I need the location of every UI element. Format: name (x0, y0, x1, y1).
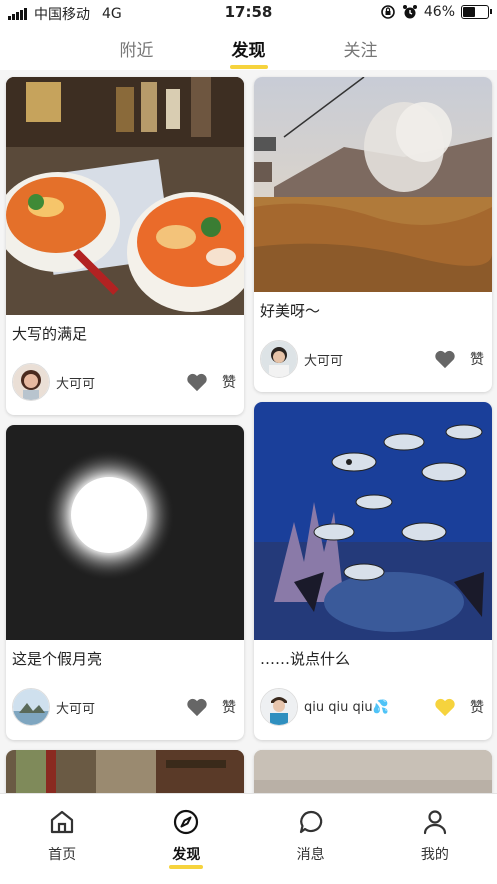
heart-icon[interactable] (186, 372, 208, 392)
bottom-nav: 首页 发现 消息 我的 (0, 793, 497, 884)
battery-percent: 46% (423, 4, 455, 20)
nav-messages[interactable]: 消息 (249, 794, 373, 884)
profile-icon (423, 810, 446, 835)
aquarium-photo[interactable] (254, 402, 492, 640)
avatar[interactable] (12, 688, 50, 726)
battery-fill (463, 7, 475, 17)
avatar-image (13, 689, 49, 725)
ramen-photo[interactable] (6, 77, 244, 315)
nav-discover-label: 发现 (172, 844, 200, 864)
feed-column-right: 好美呀～ 大可可 赞 ……说点什么 qiu qiu qiu💦 赞 (254, 77, 492, 793)
post-card[interactable] (254, 750, 492, 793)
alarm-icon (402, 5, 417, 19)
compass-icon (174, 809, 199, 835)
avatar-image (13, 364, 49, 400)
rotation-lock-icon (381, 5, 395, 19)
status-bar: 中国移动 4G 17:58 46% (0, 0, 497, 26)
heart-icon[interactable] (434, 349, 456, 369)
like-label[interactable]: 赞 (222, 697, 236, 717)
status-right: 46% (380, 4, 492, 20)
volcano-photo[interactable] (254, 77, 492, 292)
ground-photo[interactable] (254, 750, 492, 793)
nav-home-label: 首页 (48, 847, 77, 863)
moon-photo[interactable] (6, 425, 244, 640)
avatar[interactable] (12, 363, 50, 401)
tab-following[interactable]: 关注 (344, 32, 378, 65)
post-title: ……说点什么 (260, 650, 351, 668)
post-card[interactable]: 大写的满足 大可可 赞 (6, 77, 244, 415)
avatar-image (261, 689, 297, 725)
post-title: 这是个假月亮 (12, 650, 103, 668)
top-tabs: 附近 发现 关注 (0, 26, 497, 70)
battery-icon (461, 5, 492, 19)
message-icon (299, 810, 322, 834)
avatar[interactable] (260, 340, 298, 378)
post-card[interactable]: 好美呀～ 大可可 赞 (254, 77, 492, 392)
avatar[interactable] (260, 688, 298, 726)
post-meta: 大可可 赞 (6, 674, 244, 740)
like-label[interactable]: 赞 (222, 372, 236, 392)
post-card[interactable]: ……说点什么 qiu qiu qiu💦 赞 (254, 402, 492, 740)
feed-column-left: 大写的满足 大可可 赞 这是个假月亮 大可可 赞 (6, 77, 244, 793)
author-name[interactable]: qiu qiu qiu💦 (304, 700, 434, 715)
heart-icon[interactable] (186, 697, 208, 717)
nav-discover[interactable]: 发现 (124, 794, 248, 884)
author-name[interactable]: 大可可 (56, 373, 186, 392)
post-meta: 大可可 赞 (254, 326, 492, 392)
like-label[interactable]: 赞 (470, 697, 484, 717)
nav-messages-label: 消息 (296, 847, 325, 863)
tab-discover[interactable]: 发现 (232, 32, 266, 65)
feed[interactable]: 大写的满足 大可可 赞 这是个假月亮 大可可 赞 好美呀～ 大可可 赞 ……说点… (0, 70, 497, 793)
tab-nearby[interactable]: 附近 (120, 32, 154, 65)
like-label[interactable]: 赞 (470, 349, 484, 369)
nav-profile[interactable]: 我的 (373, 794, 497, 884)
avatar-image (261, 341, 297, 377)
author-name[interactable]: 大可可 (304, 350, 434, 369)
author-name[interactable]: 大可可 (56, 698, 186, 717)
post-title: 大写的满足 (12, 325, 88, 343)
heart-icon-liked[interactable] (434, 697, 456, 717)
home-icon (51, 810, 74, 834)
nav-profile-label: 我的 (420, 847, 449, 863)
post-meta: qiu qiu qiu💦 赞 (254, 674, 492, 740)
post-card[interactable]: 这是个假月亮 大可可 赞 (6, 425, 244, 740)
post-meta: 大可可 赞 (6, 349, 244, 415)
post-card[interactable] (6, 750, 244, 793)
nav-home[interactable]: 首页 (0, 794, 124, 884)
post-title: 好美呀～ (260, 302, 321, 320)
street-photo[interactable] (6, 750, 244, 793)
